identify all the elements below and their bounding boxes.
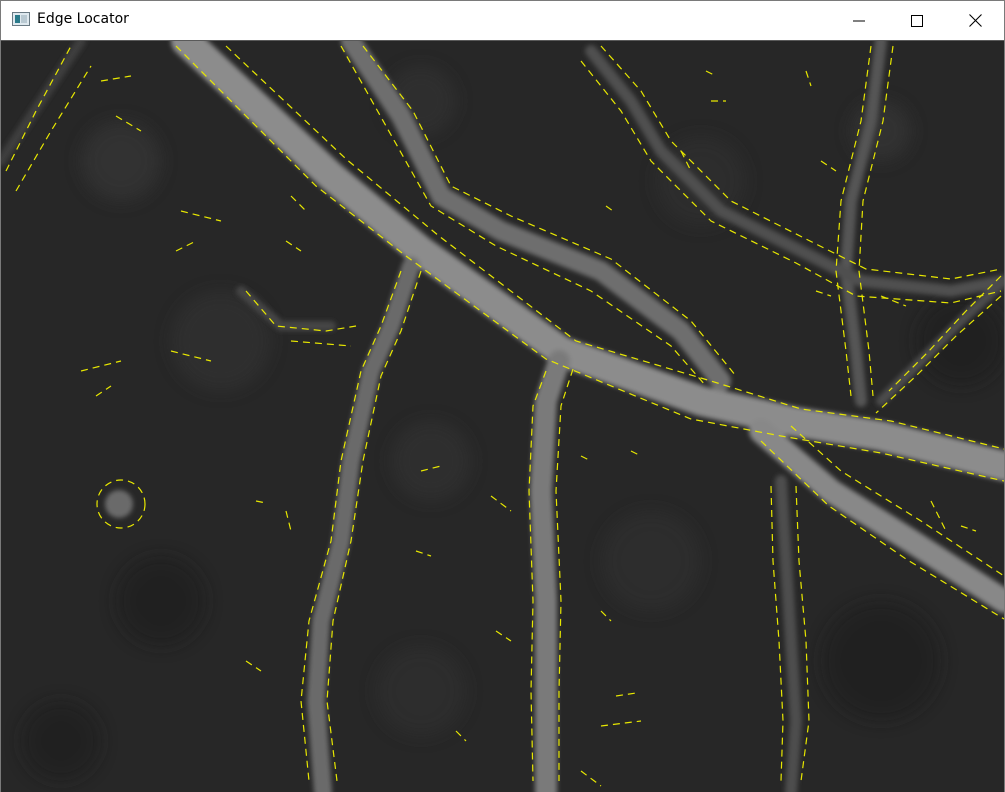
app-window-icon	[12, 12, 30, 26]
maximize-icon	[911, 14, 923, 27]
app-window: Edge Locator	[0, 0, 1005, 792]
window-title: Edge Locator	[37, 11, 129, 27]
minimize-button[interactable]	[830, 1, 888, 40]
close-icon	[968, 14, 982, 27]
minimize-icon	[853, 20, 865, 21]
close-button[interactable]	[946, 1, 1004, 40]
title-bar[interactable]: Edge Locator	[1, 1, 1004, 40]
maximize-button[interactable]	[888, 1, 946, 40]
image-view[interactable]	[1, 40, 1004, 792]
vessel-edge-image	[1, 41, 1004, 792]
